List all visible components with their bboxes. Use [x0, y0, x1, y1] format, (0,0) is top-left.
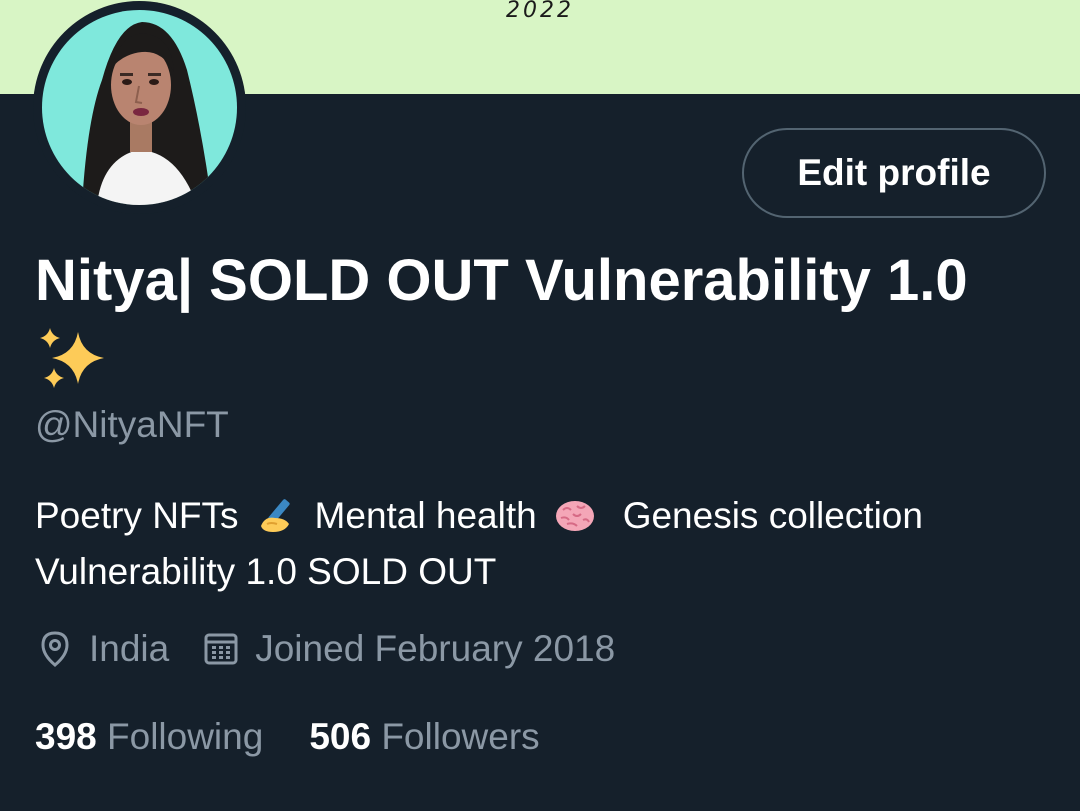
followers-link[interactable]: 506 Followers: [309, 716, 539, 758]
avatar-illustration: [42, 10, 237, 205]
following-link[interactable]: 398 Following: [35, 716, 263, 758]
following-label: Following: [107, 716, 264, 757]
profile-bio: Poetry NFTs Mental health Genesis collec…: [35, 488, 1055, 600]
bio-text-poetry: Poetry NFTs: [35, 495, 239, 536]
follow-stats: 398 Following 506 Followers: [35, 716, 586, 758]
followers-count: 506: [309, 716, 372, 757]
bio-text-genesis: Genesis collection: [622, 495, 923, 536]
calendar-icon: [201, 629, 241, 669]
profile-meta: India Joined February 2018: [35, 628, 647, 670]
edit-profile-button[interactable]: Edit profile: [742, 128, 1046, 218]
profile-handle: @NityaNFT: [35, 404, 229, 445]
joined-text: Joined February 2018: [255, 628, 616, 669]
bio-text-line2: Vulnerability 1.0 SOLD OUT: [35, 551, 497, 592]
display-name: Nitya| SOLD OUT Vulnerability 1.0: [35, 248, 968, 313]
brain-icon: [553, 494, 597, 538]
following-count: 398: [35, 716, 97, 757]
location-item: India: [35, 628, 169, 670]
joined-item: Joined February 2018: [201, 628, 615, 670]
sparkles-icon: [36, 322, 108, 394]
location-text: India: [89, 628, 170, 669]
bio-text-mental-health: Mental health: [314, 495, 537, 536]
followers-label: Followers: [381, 716, 540, 757]
writing-hand-icon: [255, 494, 299, 538]
avatar[interactable]: [33, 1, 246, 214]
location-pin-icon: [35, 629, 75, 669]
